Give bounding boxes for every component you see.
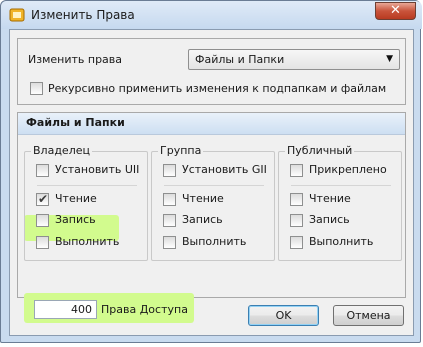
recursive-label[interactable]: Рекурсивно применить изменения к подпапк… [48, 82, 386, 95]
files-folders-section: Файлы и Папки Владелец Установить UII ✔ … [17, 112, 406, 323]
permissions-value-field[interactable]: 400 [34, 300, 97, 319]
permissions-value: 400 [71, 303, 92, 316]
group-read-label[interactable]: Чтение [182, 192, 224, 205]
owner-setuid-checkbox[interactable] [36, 164, 49, 177]
change-rights-panel: Изменить права Файлы и Папки ▼ Рекурсивн… [17, 38, 406, 105]
owner-write-label[interactable]: Запись [55, 213, 96, 226]
public-read-label[interactable]: Чтение [309, 192, 351, 205]
permissions-label: Права Доступа [101, 303, 188, 316]
chevron-down-icon: ▼ [386, 54, 393, 64]
owner-setuid-label[interactable]: Установить UII [55, 163, 139, 176]
owner-read-label[interactable]: Чтение [55, 192, 97, 205]
public-write-label[interactable]: Запись [309, 213, 350, 226]
target-type-value: Файлы и Папки [195, 53, 285, 66]
owner-execute-checkbox[interactable] [36, 236, 49, 249]
recursive-checkbox[interactable] [30, 82, 43, 95]
public-sticky-checkbox[interactable] [290, 164, 303, 177]
close-button[interactable]: ✕ [375, 2, 416, 20]
cancel-button[interactable]: Отмена [333, 305, 404, 326]
close-icon: ✕ [390, 3, 401, 18]
owner-write-checkbox[interactable] [36, 214, 49, 227]
public-read-checkbox[interactable] [290, 193, 303, 206]
checkmark-icon: ✔ [38, 192, 49, 206]
public-execute-checkbox[interactable] [290, 236, 303, 249]
group-divider [164, 185, 264, 186]
owner-group-title: Владелец [31, 144, 92, 157]
dialog-window: Изменить Права ✕ Изменить права Файлы и … [0, 0, 422, 343]
owner-read-checkbox[interactable]: ✔ [36, 192, 49, 206]
public-group-title: Публичный [285, 144, 355, 157]
group-execute-label[interactable]: Выполнить [182, 235, 246, 248]
public-sticky-label[interactable]: Прикреплено [309, 163, 387, 176]
group-setgid-checkbox[interactable] [163, 164, 176, 177]
ok-button[interactable]: OK [248, 305, 319, 326]
section-header: Файлы и Папки [18, 113, 405, 135]
title-bar[interactable]: Изменить Права ✕ [1, 1, 422, 29]
public-divider [291, 185, 391, 186]
group-group-title: Группа [158, 144, 204, 157]
owner-divider [37, 185, 137, 186]
window-title: Изменить Права [31, 8, 135, 22]
section-title: Файлы и Папки [26, 116, 125, 129]
target-type-select[interactable]: Файлы и Папки ▼ [188, 49, 400, 70]
group-setgid-label[interactable]: Установить GII [182, 163, 267, 176]
owner-group: Владелец Установить UII ✔ Чтение Запись … [24, 144, 148, 261]
group-group: Группа Установить GII Чтение Запись Выпо… [151, 144, 275, 261]
group-execute-checkbox[interactable] [163, 236, 176, 249]
owner-execute-label[interactable]: Выполнить [55, 235, 119, 248]
dialog-client: Изменить права Файлы и Папки ▼ Рекурсивн… [9, 29, 414, 336]
public-write-checkbox[interactable] [290, 214, 303, 227]
group-write-label[interactable]: Запись [182, 213, 223, 226]
group-read-checkbox[interactable] [163, 193, 176, 206]
app-icon [9, 8, 25, 22]
public-execute-label[interactable]: Выполнить [309, 235, 373, 248]
public-group: Публичный Прикреплено Чтение Запись Выпо… [278, 144, 402, 261]
change-rights-label: Изменить права [28, 53, 123, 66]
group-write-checkbox[interactable] [163, 214, 176, 227]
